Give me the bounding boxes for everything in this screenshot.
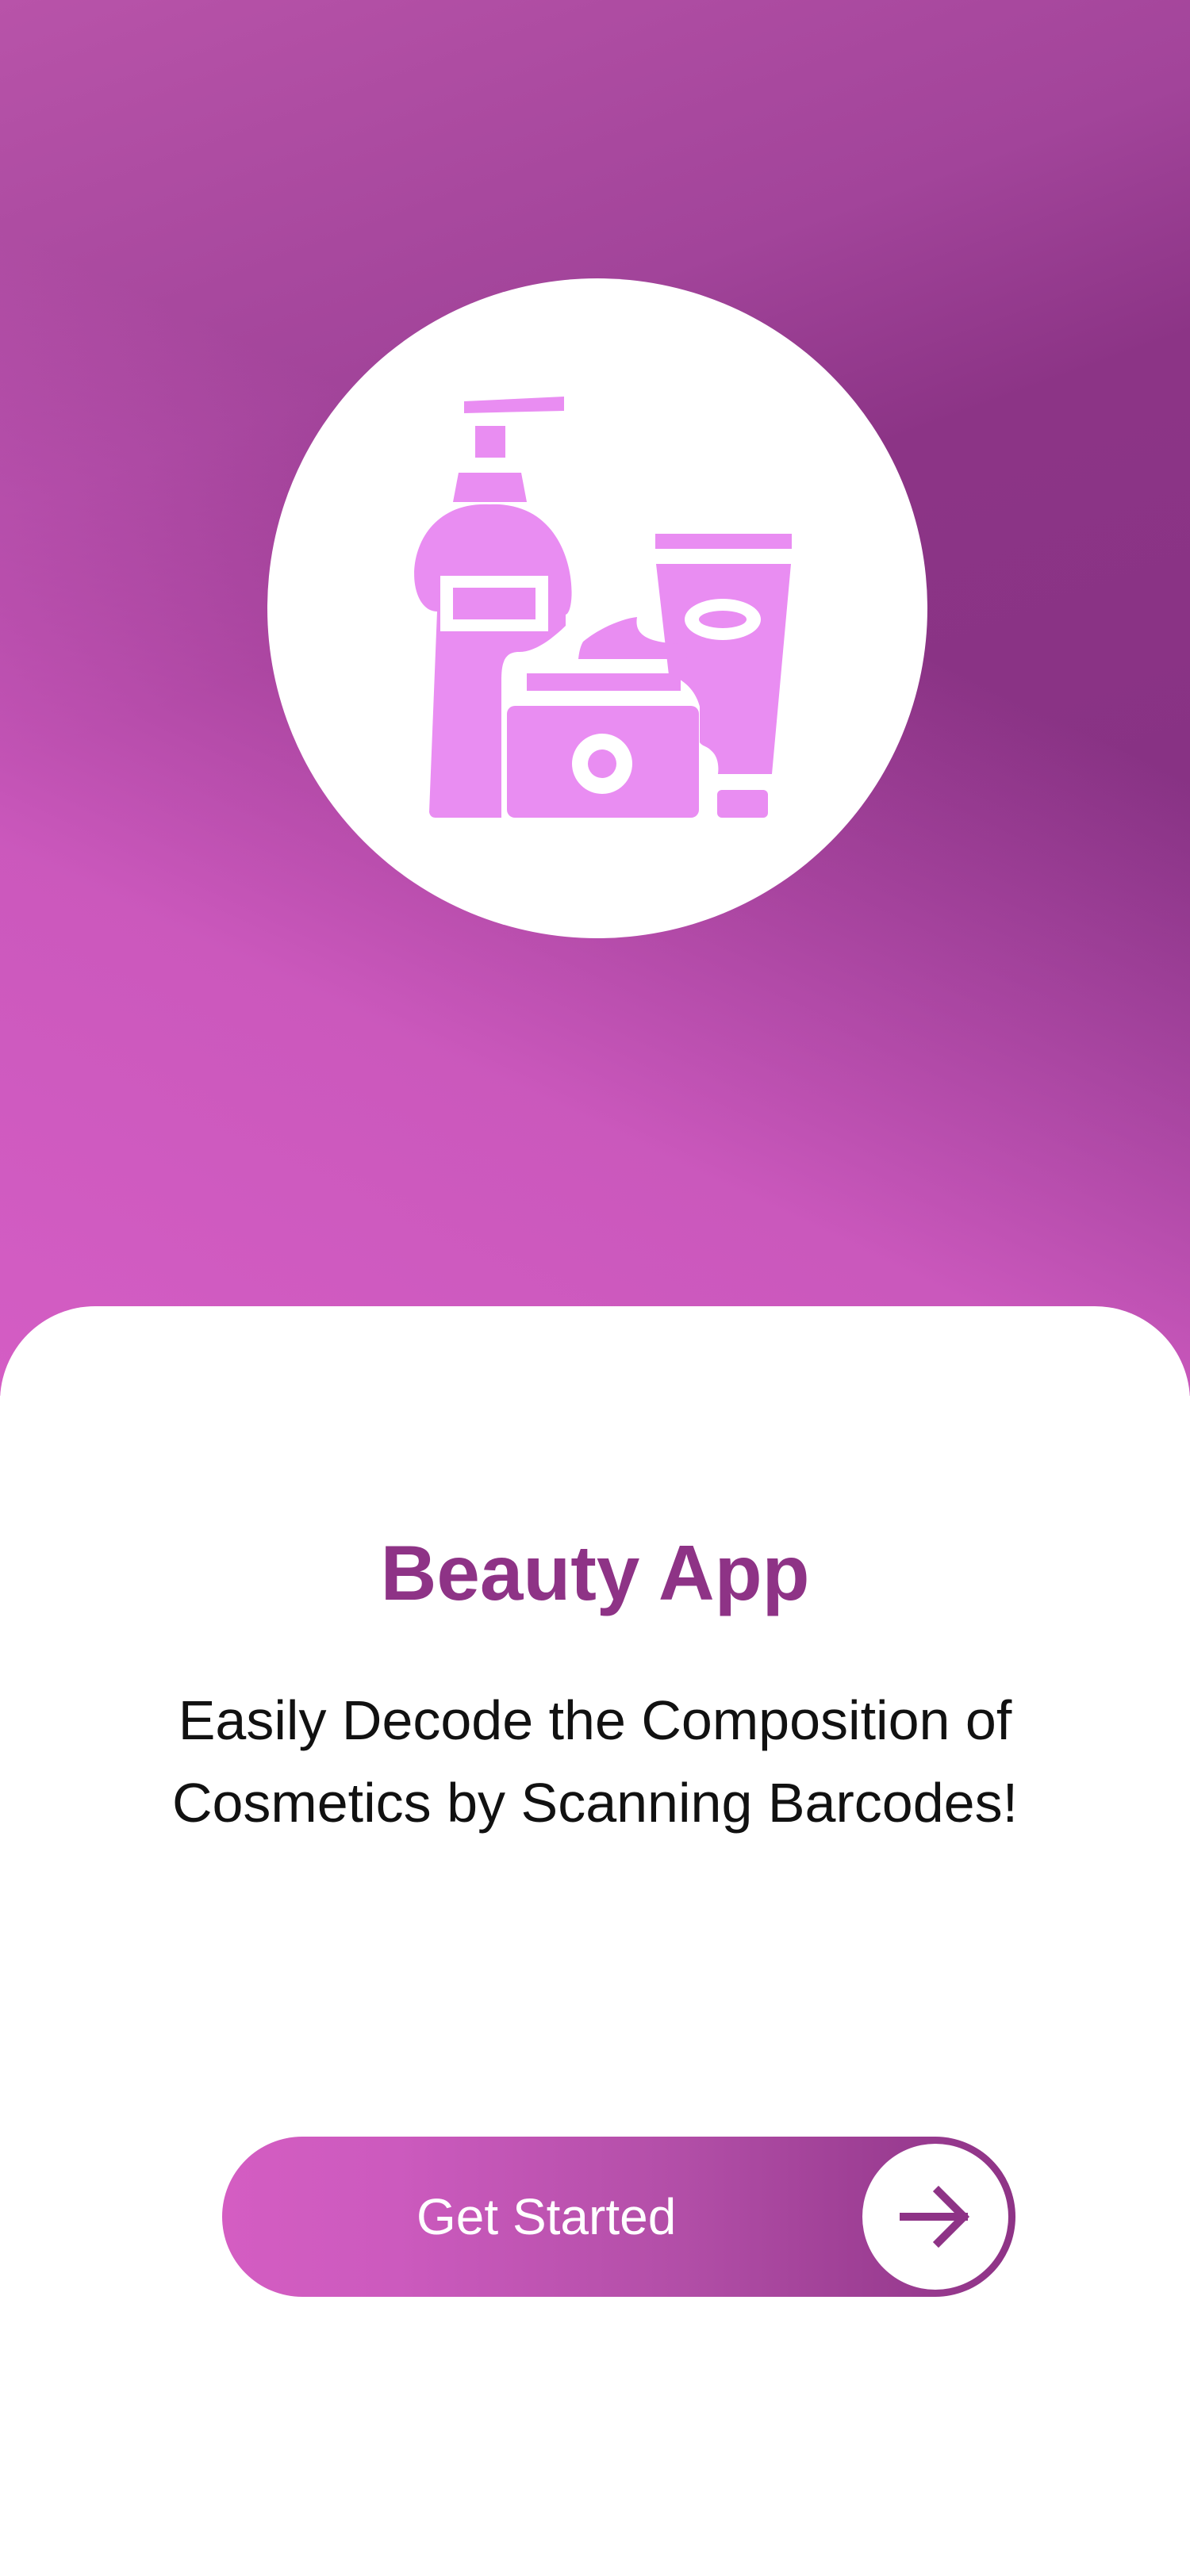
cosmetics-icon <box>414 397 792 818</box>
arrow-right-icon <box>900 2185 970 2248</box>
hero-banner <box>0 0 1190 1396</box>
arrow-button-circle[interactable] <box>862 2144 1008 2290</box>
app-subtitle: Easily Decode the Composition of Cosmeti… <box>171 1689 1019 1834</box>
app-title: Beauty App <box>380 1529 810 1616</box>
logo-circle <box>267 278 927 938</box>
welcome-card: Beauty App Easily Decode the Composition… <box>0 1306 1190 2576</box>
get-started-button[interactable]: Get Started <box>222 2137 1015 2297</box>
get-started-label: Get Started <box>416 2188 677 2245</box>
